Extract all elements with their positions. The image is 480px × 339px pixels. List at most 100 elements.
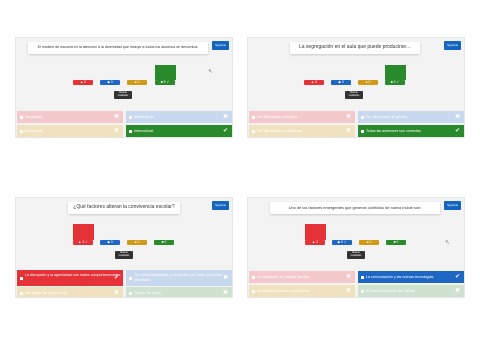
option-label: Intercultural. [134,129,154,133]
count-square: ■ 9 ✓ [155,80,175,85]
diamond-icon [361,275,364,279]
option-2[interactable]: La comunicación y las nuevas tecnologías… [358,271,464,283]
count-diamond: ◆ 0 [100,80,120,85]
check-icon: ✔ [454,128,460,134]
cross-icon: ✖ [345,128,351,134]
count-circle: ● 0 [127,240,147,245]
option-1[interactable]: La disrupción y la agresividad son males… [17,270,123,286]
option-label: La educación en nuevas familias. [257,275,311,279]
option-label: El desconocimiento del idioma. [366,289,416,293]
cursor-icon: ↖ [208,69,214,75]
count-square: ■ 0 [386,240,406,245]
option-4[interactable]: El desconocimiento del idioma. ✖ [358,285,464,297]
option-label: Multicultural. [134,115,155,119]
show-results-button[interactable]: Mostrar resultados [115,251,133,259]
show-results-button[interactable]: Mostrar resultados [347,251,365,259]
count-triangle: ▲ 3 [305,240,325,245]
count-circle: ● 0 [358,80,378,85]
question-banner: El modelo de escuela en la atención a la… [28,42,208,54]
check-icon: ✔ [222,128,228,134]
square-icon [129,291,132,295]
check-icon: ✔ [454,274,460,280]
cross-icon: ✖ [113,114,119,120]
option-label: Integración. [25,115,44,119]
option-label: La comunicación y las nuevas tecnologías… [366,275,435,279]
option-3[interactable]: Excluyente. ✖ [17,125,123,137]
option-label: Por diferencias académicas. [257,129,303,133]
option-label: La disrupción y la agresividad son males… [25,273,122,277]
option-3[interactable]: Ambientes externos a la escuela. ✖ [249,285,355,297]
triangle-icon [252,275,255,279]
triangle-icon [20,276,23,280]
option-label: Los comportamientos y conductas son crea… [134,273,222,282]
square-icon [361,289,364,293]
square-icon [129,129,132,133]
option-label: Por diferencias de género. [366,115,409,119]
cross-icon: ✖ [454,288,460,294]
option-1[interactable]: Por diferencias culturales. ✖ [249,111,355,123]
option-2[interactable]: Los comportamientos y conductas son crea… [126,270,232,286]
option-2[interactable]: Multicultural. ✖ [126,111,232,123]
count-triangle: ▲ 0 [73,80,93,85]
option-4[interactable]: Intercultural. ✔ [126,125,232,137]
quiz-panel-2: La segregación en el aula que puede prod… [247,37,465,138]
count-diamond: ◆ 0 ✓ [332,240,352,245]
option-label: Ambientes externos a la escuela. [257,289,310,293]
next-button[interactable]: Siguiente [212,201,229,210]
count-diamond: ◆ 0 [331,80,351,85]
cross-icon: ✖ [345,274,351,280]
circle-icon [252,129,255,133]
option-label: Por diferencias culturales. [257,115,299,119]
check-icon: ✔ [113,275,119,281]
option-2[interactable]: Por diferencias de género. ✖ [358,111,464,123]
option-label: Todas las anteriores son correctas. [366,129,422,133]
cross-icon: ✖ [222,275,228,281]
next-button[interactable]: Siguiente [212,41,229,50]
bar-square [155,65,176,80]
show-results-button[interactable]: Mostrar resultados [345,91,363,99]
option-label: Los estilos de convivencia. [25,291,68,295]
option-4[interactable]: Todas las anteriores son correctas. ✔ [358,125,464,137]
option-label: Excluyente. [25,129,44,133]
cross-icon: ✖ [454,114,460,120]
count-square: ■ 3 ✓ [385,80,405,85]
triangle-icon [20,115,23,119]
circle-icon [20,129,23,133]
count-circle: ● 0 [359,240,379,245]
diamond-icon [129,115,132,119]
count-triangle: ▲ 3 ✓ [73,240,93,245]
count-circle: ● 0 [127,80,147,85]
square-icon [361,129,364,133]
cursor-icon: ↖ [445,240,451,246]
cross-icon: ✖ [113,290,119,296]
next-button[interactable]: Siguiente [444,201,461,210]
show-results-button[interactable]: Mostrar resultados [114,91,132,99]
option-label: Todo lo de arriba. [134,291,162,295]
quiz-panel-1: El modelo de escuela en la atención a la… [15,37,233,138]
question-banner: ¿Qué factores alteran la convivencia esc… [68,202,180,214]
option-3[interactable]: Los estilos de convivencia. ✖ [17,287,123,297]
cross-icon: ✖ [113,128,119,134]
cross-icon: ✖ [345,288,351,294]
circle-icon [252,289,255,293]
cross-icon: ✖ [222,114,228,120]
option-4[interactable]: Todo lo de arriba. ✖ [126,287,232,297]
count-triangle: ▲ 0 [304,80,324,85]
option-1[interactable]: Integración. ✖ [17,111,123,123]
circle-icon [20,291,23,295]
count-square: ■ 0 [154,240,174,245]
option-3[interactable]: Por diferencias académicas. ✖ [249,125,355,137]
next-button[interactable]: Siguiente [444,41,461,50]
triangle-icon [252,115,255,119]
question-banner: Uno de los factores emergentes que gener… [270,202,440,214]
quiz-panel-3: ¿Qué factores alteran la convivencia esc… [15,197,233,298]
count-diamond: ◆ 0 [100,240,120,245]
bar-square [385,65,406,80]
diamond-icon [361,115,364,119]
question-banner: La segregación en el aula que puede prod… [290,42,420,54]
option-1[interactable]: La educación en nuevas familias. ✖ [249,271,355,283]
bar-triangle [73,224,94,240]
cross-icon: ✖ [222,290,228,296]
diamond-icon [129,276,132,280]
bar-triangle [305,224,326,240]
